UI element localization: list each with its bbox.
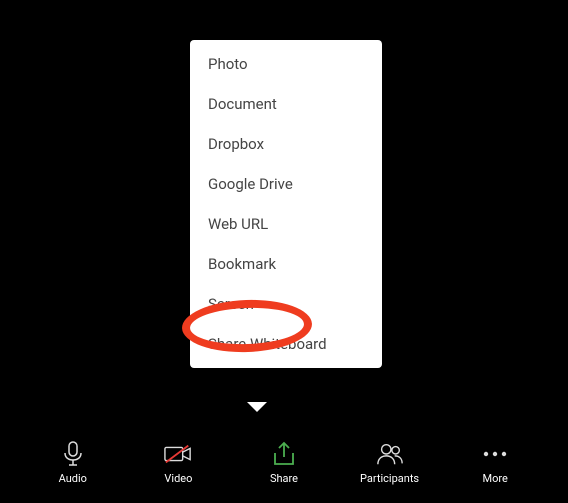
- audio-button[interactable]: Audio: [38, 440, 108, 485]
- more-button[interactable]: More: [460, 440, 530, 485]
- share-option-web-url[interactable]: Web URL: [190, 204, 382, 244]
- share-option-dropbox[interactable]: Dropbox: [190, 124, 382, 164]
- video-button[interactable]: Video: [143, 440, 213, 485]
- share-option-bookmark[interactable]: Bookmark: [190, 244, 382, 284]
- share-option-google-drive[interactable]: Google Drive: [190, 164, 382, 204]
- mic-icon: [59, 440, 87, 468]
- more-icon: [481, 440, 509, 468]
- meeting-toolbar: Audio Video Share: [0, 440, 568, 485]
- share-button[interactable]: Share: [249, 440, 319, 485]
- participants-icon: [376, 440, 404, 468]
- share-icon: [270, 440, 298, 468]
- video-off-icon: [164, 440, 192, 468]
- video-label: Video: [164, 472, 192, 485]
- participants-label: Participants: [360, 472, 419, 485]
- share-label: Share: [270, 472, 298, 485]
- more-label: More: [483, 472, 508, 485]
- menu-pointer-arrow: [247, 402, 267, 412]
- participants-button[interactable]: Participants: [355, 440, 425, 485]
- audio-label: Audio: [59, 472, 87, 485]
- share-option-document[interactable]: Document: [190, 84, 382, 124]
- share-option-share-whiteboard[interactable]: Share Whiteboard: [190, 324, 382, 364]
- share-options-menu: Photo Document Dropbox Google Drive Web …: [190, 40, 382, 368]
- share-option-photo[interactable]: Photo: [190, 44, 382, 84]
- share-option-screen[interactable]: Screen: [190, 284, 382, 324]
